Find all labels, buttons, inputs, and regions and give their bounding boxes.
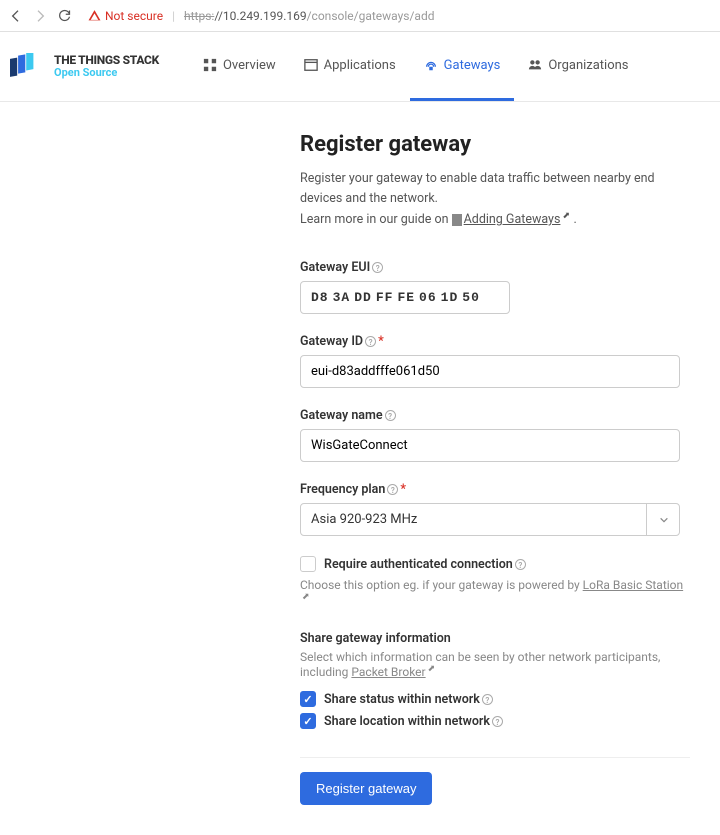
help-icon[interactable]: ? bbox=[372, 262, 383, 273]
nav-gateways[interactable]: Gateways bbox=[410, 32, 515, 101]
share-info-title: Share gateway information bbox=[300, 631, 690, 646]
gateway-id-input[interactable] bbox=[300, 355, 680, 388]
external-link-icon: ⬈ bbox=[302, 592, 310, 600]
gateway-eui-input[interactable]: D8 3A DD FF FE 06 1D 50 bbox=[300, 281, 510, 314]
logo-icon bbox=[10, 53, 46, 81]
help-icon[interactable]: ? bbox=[515, 559, 526, 570]
main-nav: Overview Applications Gateways Organizat… bbox=[189, 32, 643, 101]
help-icon[interactable]: ? bbox=[385, 410, 396, 421]
back-button[interactable] bbox=[8, 8, 24, 24]
arrow-left-icon bbox=[8, 8, 24, 24]
logo-subtitle: Open Source bbox=[54, 67, 159, 79]
auth-helper-text: Choose this option eg. if your gateway i… bbox=[300, 578, 690, 607]
help-icon[interactable]: ? bbox=[492, 716, 503, 727]
browser-bar: Not secure | https://10.249.199.169/cons… bbox=[0, 0, 720, 32]
external-link-icon: ⬈ bbox=[428, 664, 436, 672]
app-header: THE THINGS STACK Open Source Overview Ap… bbox=[0, 32, 720, 102]
logo[interactable]: THE THINGS STACK Open Source bbox=[10, 53, 189, 81]
gateway-icon bbox=[424, 58, 438, 72]
auth-connection-checkbox[interactable] bbox=[300, 556, 316, 572]
help-icon[interactable]: ? bbox=[482, 694, 493, 705]
arrow-right-icon bbox=[32, 8, 48, 24]
gateway-eui-label: Gateway EUI? bbox=[300, 260, 690, 275]
people-icon bbox=[528, 58, 542, 72]
help-icon[interactable]: ? bbox=[387, 484, 398, 495]
register-gateway-button[interactable]: Register gateway bbox=[300, 772, 432, 805]
auth-connection-field: Require authenticated connection? Choose… bbox=[300, 556, 690, 607]
gateway-name-label: Gateway name? bbox=[300, 408, 690, 423]
gateway-id-label: Gateway ID?* bbox=[300, 334, 690, 349]
share-location-checkbox[interactable] bbox=[300, 713, 316, 729]
submit-area: Register gateway bbox=[300, 757, 690, 805]
gateway-name-input[interactable] bbox=[300, 429, 680, 462]
frequency-plan-select[interactable]: Asia 920-923 MHz bbox=[300, 503, 680, 536]
main-content: Register gateway Register your gateway t… bbox=[0, 102, 690, 835]
gateway-id-field: Gateway ID?* bbox=[300, 334, 690, 388]
reload-button[interactable] bbox=[56, 8, 72, 24]
frequency-plan-label: Frequency plan?* bbox=[300, 482, 690, 497]
packet-broker-link[interactable]: Packet Broker⬈ bbox=[351, 665, 435, 679]
share-status-label: Share status within network? bbox=[324, 692, 493, 707]
share-helper-text: Select which information can be seen by … bbox=[300, 650, 690, 679]
gateway-name-field: Gateway name? bbox=[300, 408, 690, 462]
chevron-down-icon bbox=[646, 503, 680, 536]
share-location-label: Share location within network? bbox=[324, 714, 503, 729]
warning-icon bbox=[88, 9, 101, 22]
adding-gateways-link[interactable]: Adding Gateways⬈ bbox=[464, 212, 571, 227]
page-subtitle: Register your gateway to enable data tra… bbox=[300, 169, 690, 230]
help-icon[interactable]: ? bbox=[365, 336, 376, 347]
auth-connection-label: Require authenticated connection? bbox=[324, 557, 526, 572]
frequency-plan-field: Frequency plan?* Asia 920-923 MHz bbox=[300, 482, 690, 536]
grid-icon bbox=[203, 58, 217, 72]
gateway-eui-field: Gateway EUI? D8 3A DD FF FE 06 1D 50 bbox=[300, 260, 690, 314]
nav-organizations[interactable]: Organizations bbox=[514, 32, 642, 101]
url-bar[interactable]: Not secure | https://10.249.199.169/cons… bbox=[80, 9, 712, 23]
nav-applications[interactable]: Applications bbox=[290, 32, 410, 101]
nav-overview[interactable]: Overview bbox=[189, 32, 290, 101]
window-icon bbox=[304, 58, 318, 72]
url-text: https://10.249.199.169/console/gateways/… bbox=[184, 9, 434, 23]
forward-button[interactable] bbox=[32, 8, 48, 24]
not-secure-badge: Not secure bbox=[88, 9, 163, 23]
share-status-checkbox[interactable] bbox=[300, 691, 316, 707]
page-title: Register gateway bbox=[300, 132, 690, 157]
reload-icon bbox=[57, 8, 72, 23]
doc-icon bbox=[452, 214, 462, 226]
